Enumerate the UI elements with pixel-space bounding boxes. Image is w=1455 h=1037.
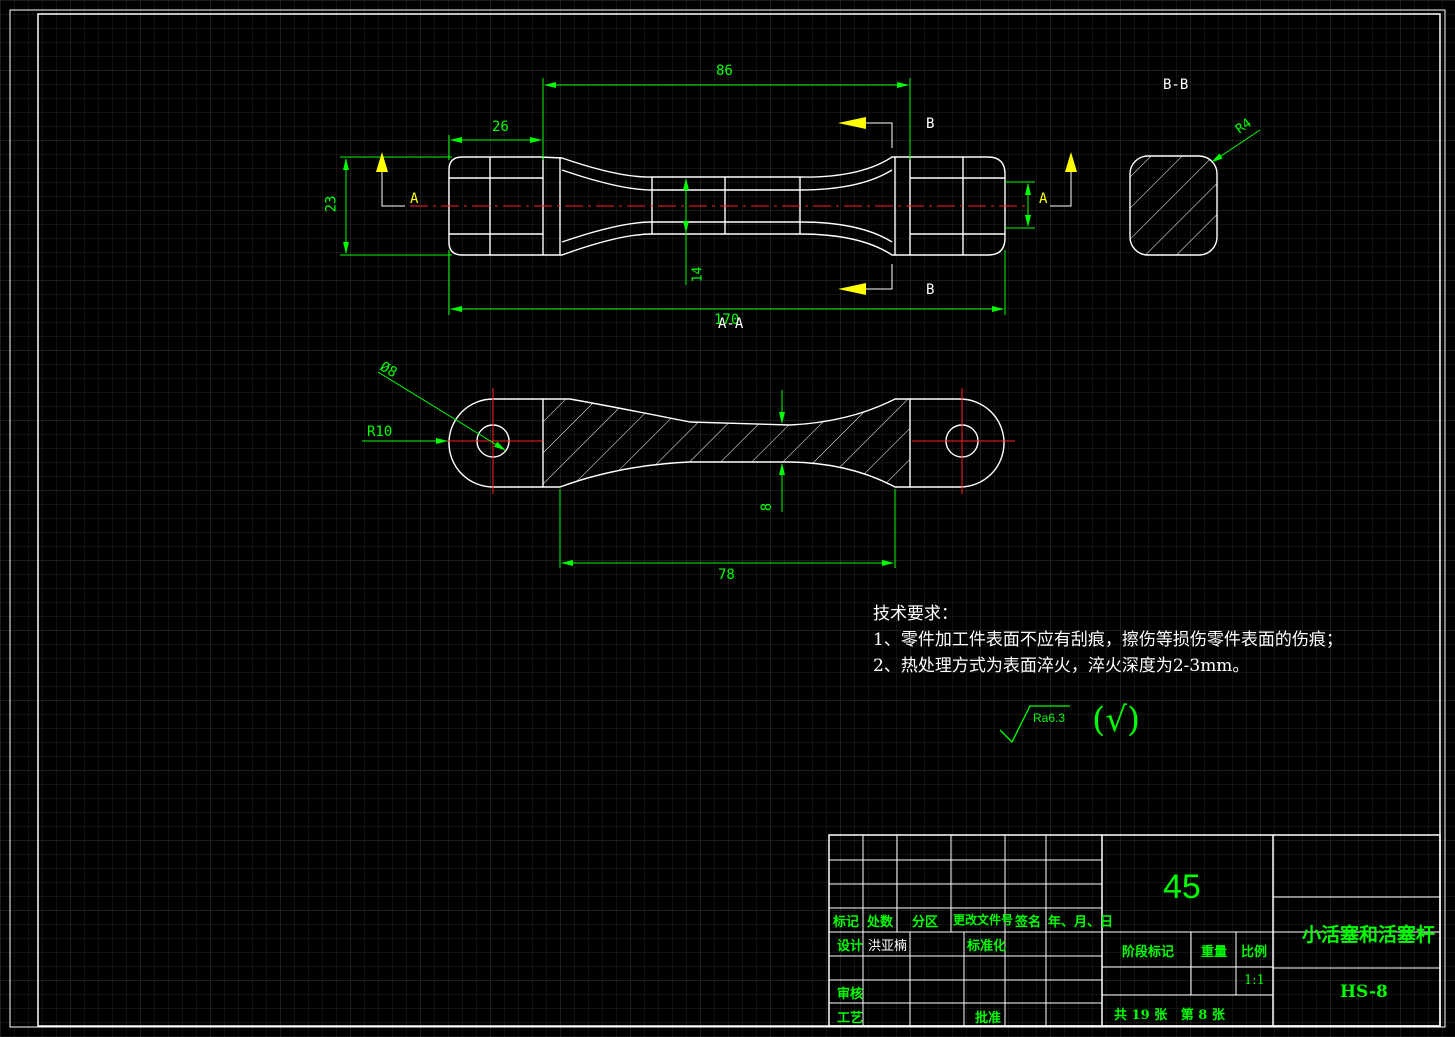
header-date: 年、月、日 <box>1048 915 1114 930</box>
dim-end-radius: R10 <box>367 424 393 440</box>
cut-label-a-left: A <box>410 191 419 207</box>
cut-label-b-top: B <box>926 116 935 132</box>
notes-line-1: 1、零件加工件表面不应有刮痕，擦伤等损伤零件表面的伤痕； <box>873 630 1343 650</box>
notes-line-2: 2、热处理方式为表面淬火，淬火深度为2-3mm。 <box>873 656 1250 676</box>
dim-web-length: 78 <box>718 567 735 583</box>
stage-mark-label: 阶段标记 <box>1122 945 1175 960</box>
bb-section <box>1129 155 1218 256</box>
designer-name: 洪亚楠 <box>868 939 908 954</box>
process-label: 工艺 <box>837 1011 864 1026</box>
sheet-info: 共 19 张 第 8 张 <box>1114 1008 1225 1023</box>
dim-height: 23 <box>323 195 340 213</box>
section-label-aa: A-A <box>718 316 744 332</box>
review-label: 审核 <box>837 987 864 1002</box>
scale-value: 1:1 <box>1244 973 1265 988</box>
drawing-number: HS-8 <box>1340 982 1388 1002</box>
dim-neck-height: 14 <box>690 266 706 283</box>
weight-label: 重量 <box>1201 945 1228 960</box>
cut-label-b-bottom: B <box>926 282 935 298</box>
header-mark: 标记 <box>833 915 860 930</box>
roughness-value: Ra6.3 <box>1033 711 1066 725</box>
design-label: 设计 <box>837 939 864 954</box>
section-label-bb: B-B <box>1163 77 1189 93</box>
cut-label-a-right: A <box>1039 191 1048 207</box>
drawing-canvas <box>0 0 1455 1037</box>
header-count: 处数 <box>867 915 894 930</box>
roughness-mark: (√) <box>1092 700 1141 740</box>
part-name: 小活塞和活塞杆 <box>1302 924 1436 946</box>
dim-end-width: 26 <box>492 119 509 135</box>
notes-title: 技术要求： <box>873 604 958 624</box>
scale-label: 比例 <box>1241 945 1268 960</box>
standardization-label: 标准化 <box>967 939 1007 954</box>
dim-center-span: 86 <box>716 63 733 79</box>
approval-label: 批准 <box>975 1011 1002 1026</box>
grid-major <box>0 0 1455 1037</box>
header-change-doc: 更改文件号 <box>953 913 1014 927</box>
header-signature: 签名 <box>1015 915 1042 930</box>
dim-web-thickness: 8 <box>759 502 776 512</box>
header-zone: 分区 <box>912 915 939 930</box>
material-value: 45 <box>1163 868 1201 906</box>
